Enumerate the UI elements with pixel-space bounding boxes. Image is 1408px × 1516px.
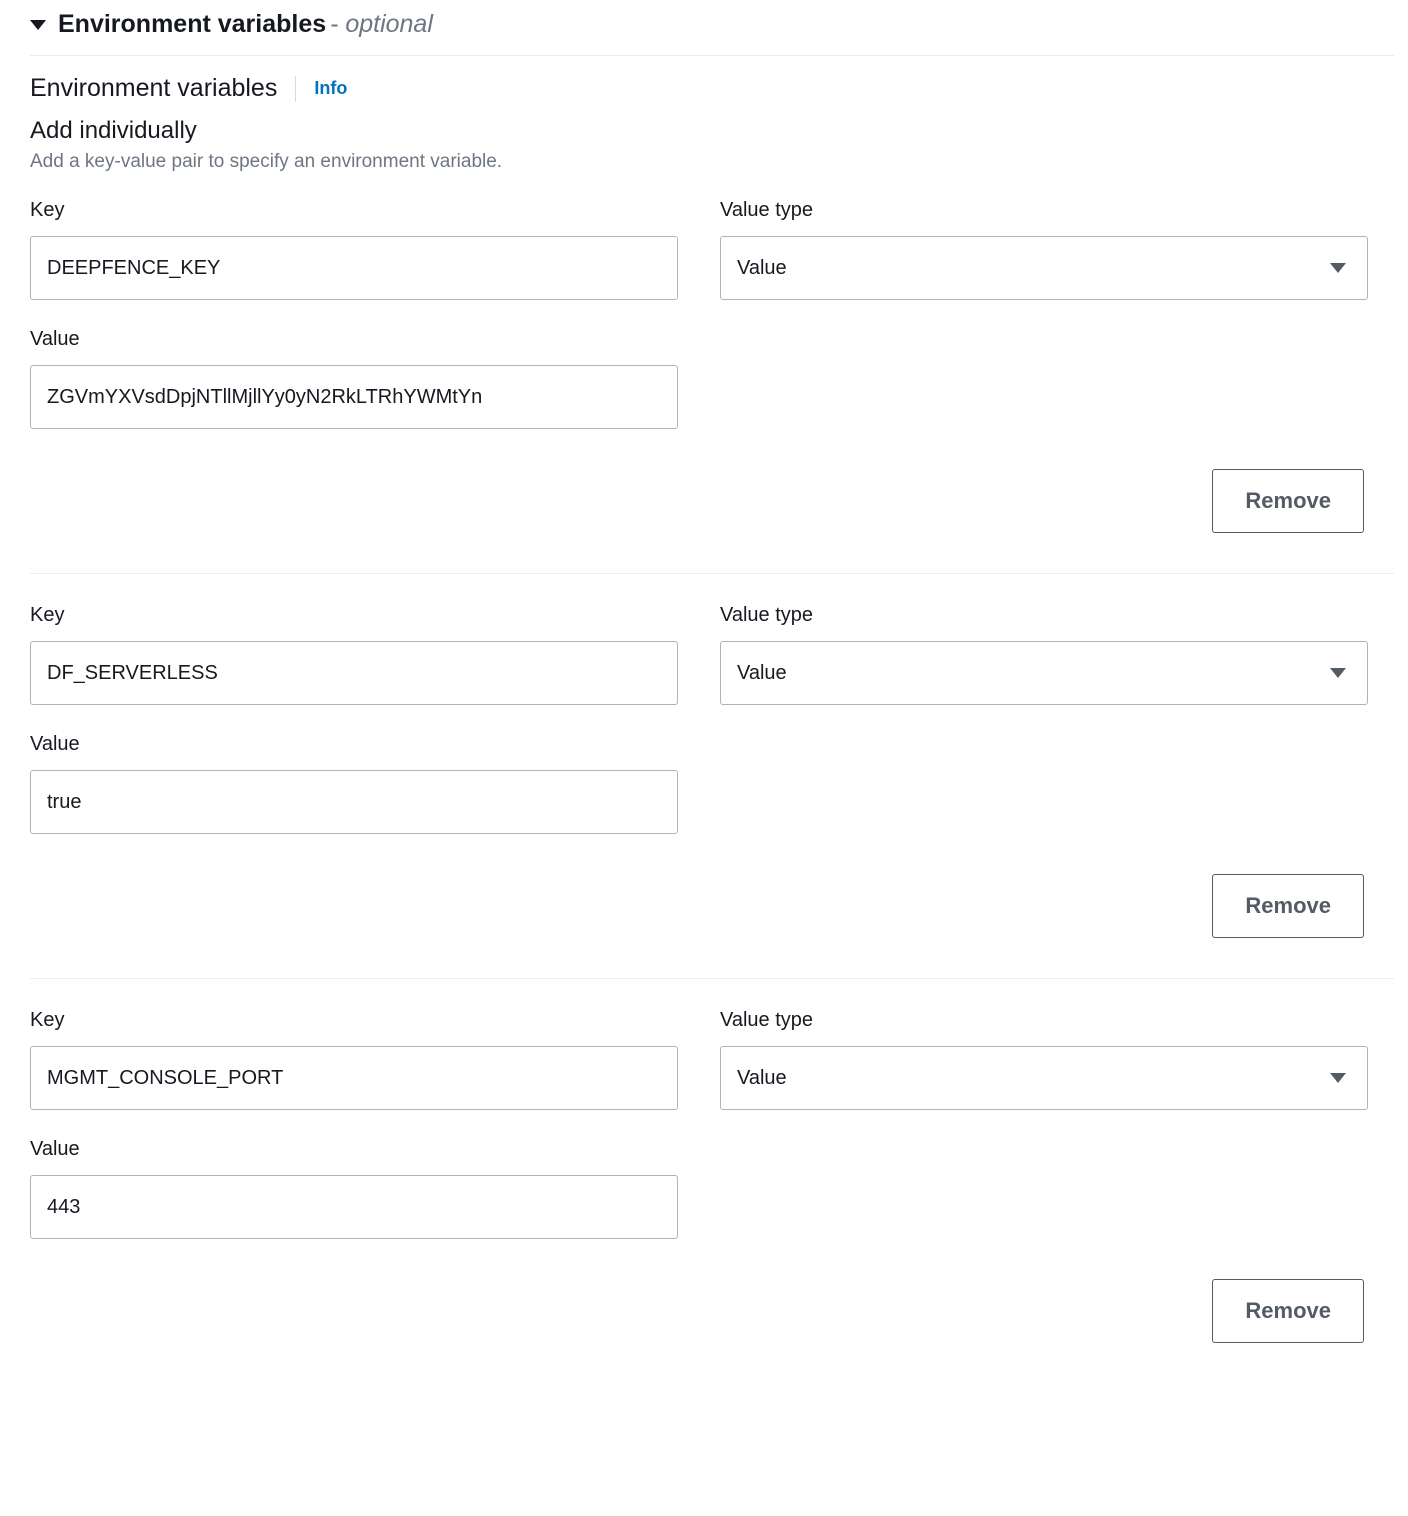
key-input[interactable] xyxy=(30,641,678,705)
remove-button[interactable]: Remove xyxy=(1212,469,1364,533)
remove-button[interactable]: Remove xyxy=(1212,874,1364,938)
value-input[interactable] xyxy=(30,365,678,429)
key-input[interactable] xyxy=(30,1046,678,1110)
vertical-divider xyxy=(295,76,296,102)
value-type-select[interactable]: Value xyxy=(720,1046,1368,1110)
value-input[interactable] xyxy=(30,1175,678,1239)
section-optional-suffix: - optional xyxy=(330,10,433,38)
subtitle: Add individually xyxy=(30,117,1394,145)
key-label: Key xyxy=(30,199,678,222)
remove-button[interactable]: Remove xyxy=(1212,1279,1364,1343)
value-label: Value xyxy=(30,1138,678,1161)
subtitle-description: Add a key-value pair to specify an envir… xyxy=(30,151,1394,173)
env-var-entry: Key Value type Value Value Remove xyxy=(30,1009,1394,1343)
env-var-entry: Key Value type Value Value Remove xyxy=(30,604,1394,979)
inner-heading: Environment variables xyxy=(30,74,277,103)
key-label: Key xyxy=(30,604,678,627)
value-type-select[interactable]: Value xyxy=(720,641,1368,705)
env-var-entry: Key Value type Value Value Remove xyxy=(30,199,1394,574)
value-type-label: Value type xyxy=(720,604,1368,627)
value-type-select[interactable]: Value xyxy=(720,236,1368,300)
value-label: Value xyxy=(30,328,678,351)
value-label: Value xyxy=(30,733,678,756)
key-input[interactable] xyxy=(30,236,678,300)
section-title: Environment variables xyxy=(58,10,326,38)
section-header[interactable]: Environment variables - optional xyxy=(30,10,1394,56)
info-link[interactable]: Info xyxy=(314,78,347,99)
caret-down-icon xyxy=(30,20,46,30)
value-type-label: Value type xyxy=(720,1009,1368,1032)
value-type-label: Value type xyxy=(720,199,1368,222)
value-input[interactable] xyxy=(30,770,678,834)
key-label: Key xyxy=(30,1009,678,1032)
